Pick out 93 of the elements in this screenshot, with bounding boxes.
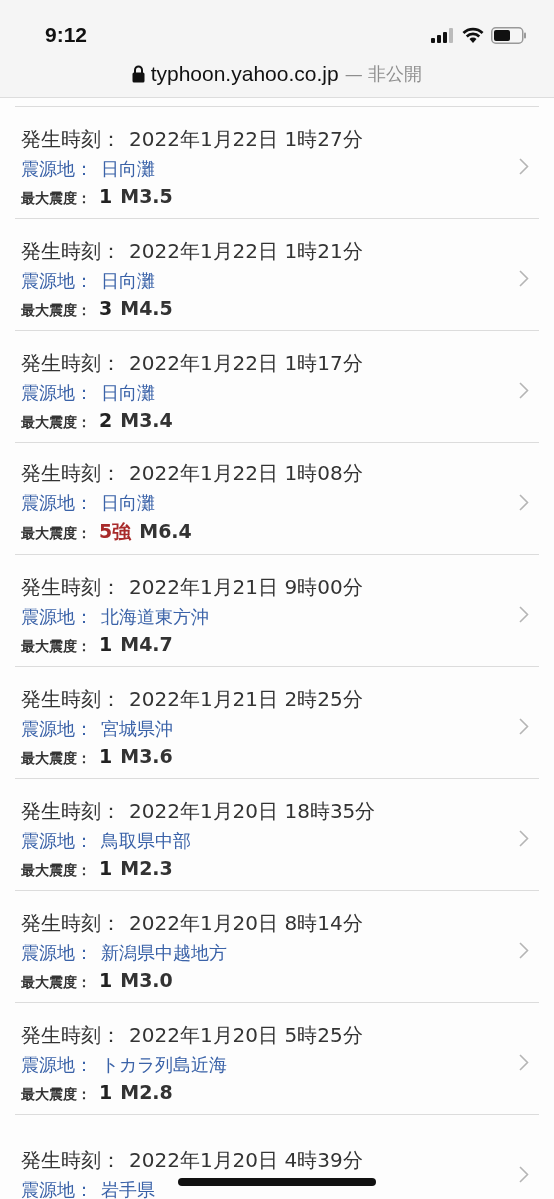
earthquake-list-item[interactable]: 発生時刻： 2022年1月22日 1時08分 震源地： 日向灘 最大震度： 5強 M6.4 — [15, 442, 539, 554]
url-domain[interactable]: typhoon.yahoo.co.jp — [150, 62, 339, 86]
intensity-value: 3 — [99, 296, 113, 319]
intensity-value: 1 — [99, 968, 113, 991]
earthquake-list-item[interactable]: 発生時刻： 2022年1月21日 2時25分 震源地： 宮城県沖 最大震度： 1 M3.6 — [15, 666, 539, 778]
magnitude-value: M6.4 — [139, 520, 192, 542]
time-label: 発生時刻： — [21, 1147, 121, 1174]
magnitude-value: M4.7 — [120, 632, 173, 655]
wifi-icon — [462, 27, 484, 43]
intensity-value: 1 — [99, 856, 113, 879]
chevron-icon — [519, 606, 529, 623]
occurrence-time: 2022年1月22日 1時17分 — [129, 349, 363, 377]
epicenter-label: 震源地： — [21, 940, 93, 965]
occurrence-time: 2022年1月20日 4時39分 — [129, 1147, 363, 1174]
chevron-icon — [519, 1166, 529, 1183]
status-time: 9:12 — [45, 23, 88, 47]
chevron-icon — [519, 158, 529, 175]
time-label: 発生時刻： — [21, 460, 121, 487]
time-label: 発生時刻： — [21, 125, 121, 153]
intensity-value: 1 — [99, 184, 113, 207]
lock-icon — [131, 65, 145, 83]
epicenter-label: 震源地： — [21, 491, 93, 515]
epicenter-name: 宮城県沖 — [101, 716, 173, 741]
intensity-value: 1 — [99, 744, 113, 767]
epicenter-label: 震源地： — [21, 828, 93, 853]
epicenter-label: 震源地： — [21, 268, 93, 293]
magnitude-value: M2.8 — [120, 1080, 173, 1103]
epicenter-label: 震源地： — [21, 156, 93, 181]
time-label: 発生時刻： — [21, 797, 121, 825]
magnitude-value: M3.6 — [120, 744, 173, 767]
epicenter-label: 震源地： — [21, 1178, 93, 1199]
intensity-value: 1 — [99, 632, 113, 655]
occurrence-time: 2022年1月22日 1時27分 — [129, 125, 363, 153]
intensity-label: 最大震度： — [21, 973, 91, 992]
battery-icon — [491, 26, 527, 44]
intensity-label: 最大震度： — [21, 1085, 91, 1104]
earthquake-list-item[interactable]: 発生時刻： 2022年1月20日 8時14分 震源地： 新潟県中越地方 最大震度： 1 M3.0 — [15, 890, 539, 1002]
epicenter-name: 日向灘 — [101, 268, 155, 293]
intensity-label: 最大震度： — [21, 301, 91, 320]
magnitude-value: M4.5 — [120, 296, 173, 319]
time-label: 発生時刻： — [21, 237, 121, 265]
magnitude-value: M3.4 — [120, 408, 173, 431]
occurrence-time: 2022年1月22日 1時21分 — [129, 237, 363, 265]
epicenter-label: 震源地： — [21, 380, 93, 405]
chevron-icon — [519, 1054, 529, 1071]
time-label: 発生時刻： — [21, 573, 121, 601]
earthquake-list-item[interactable]: 発生時刻： 2022年1月22日 1時21分 震源地： 日向灘 最大震度： 3 M4.5 — [15, 218, 539, 330]
epicenter-name: 日向灘 — [101, 380, 155, 405]
epicenter-name: 岩手県 — [101, 1178, 155, 1199]
occurrence-time: 2022年1月20日 18時35分 — [129, 797, 376, 825]
magnitude-value: M2.3 — [120, 856, 173, 879]
epicenter-label: 震源地： — [21, 716, 93, 741]
chevron-icon — [519, 494, 529, 511]
earthquake-list-item[interactable]: 発生時刻： 2022年1月22日 1時17分 震源地： 日向灘 最大震度： 2 M3.4 — [15, 330, 539, 442]
epicenter-name: 北海道東方沖 — [101, 604, 209, 629]
intensity-value: 1 — [99, 1080, 113, 1103]
chevron-icon — [519, 382, 529, 399]
intensity-label: 最大震度： — [21, 413, 91, 432]
time-label: 発生時刻： — [21, 909, 121, 937]
time-label: 発生時刻： — [21, 685, 121, 713]
time-label: 発生時刻： — [21, 1021, 121, 1049]
time-label: 発生時刻： — [21, 349, 121, 377]
occurrence-time: 2022年1月21日 2時25分 — [129, 685, 363, 713]
epicenter-name: 鳥取県中部 — [101, 828, 191, 853]
occurrence-time: 2022年1月20日 5時25分 — [129, 1021, 363, 1049]
intensity-value: 5強 — [99, 519, 132, 544]
chevron-icon — [519, 718, 529, 735]
epicenter-name: 日向灘 — [101, 156, 155, 181]
epicenter-name: トカラ列島近海 — [101, 1052, 227, 1077]
chevron-icon — [519, 270, 529, 287]
chevron-icon — [519, 942, 529, 959]
intensity-label: 最大震度： — [21, 525, 91, 543]
epicenter-label: 震源地： — [21, 604, 93, 629]
occurrence-time: 2022年1月21日 9時00分 — [129, 573, 363, 601]
intensity-label: 最大震度： — [21, 189, 91, 208]
earthquake-list-item[interactable]: 発生時刻： 2022年1月20日 18時35分 震源地： 鳥取県中部 最大震度： 1 M2.3 — [15, 778, 539, 890]
intensity-label: 最大震度： — [21, 637, 91, 656]
chevron-icon — [519, 830, 529, 847]
occurrence-time: 2022年1月22日 1時08分 — [129, 460, 363, 487]
occurrence-time: 2022年1月20日 8時14分 — [129, 909, 363, 937]
signal-icon — [431, 27, 455, 43]
earthquake-list-item[interactable]: 発生時刻： 2022年1月20日 5時25分 震源地： トカラ列島近海 最大震度： 1 M2.8 — [15, 1002, 539, 1114]
intensity-label: 最大震度： — [21, 749, 91, 768]
earthquake-list-item[interactable]: 発生時刻： 2022年1月22日 1時27分 震源地： 日向灘 最大震度： 1 M3.5 — [15, 106, 539, 218]
intensity-label: 最大震度： — [21, 861, 91, 880]
magnitude-value: M3.5 — [120, 184, 173, 207]
url-suffix: — 非公開 — [344, 62, 423, 86]
epicenter-name: 日向灘 — [101, 491, 155, 515]
earthquake-list-item[interactable]: 発生時刻： 2022年1月21日 9時00分 震源地： 北海道東方沖 最大震度： 1 M4.7 — [15, 554, 539, 666]
intensity-value: 2 — [99, 408, 113, 431]
epicenter-name: 新潟県中越地方 — [101, 940, 227, 965]
magnitude-value: M3.0 — [120, 968, 173, 991]
epicenter-label: 震源地： — [21, 1052, 93, 1077]
